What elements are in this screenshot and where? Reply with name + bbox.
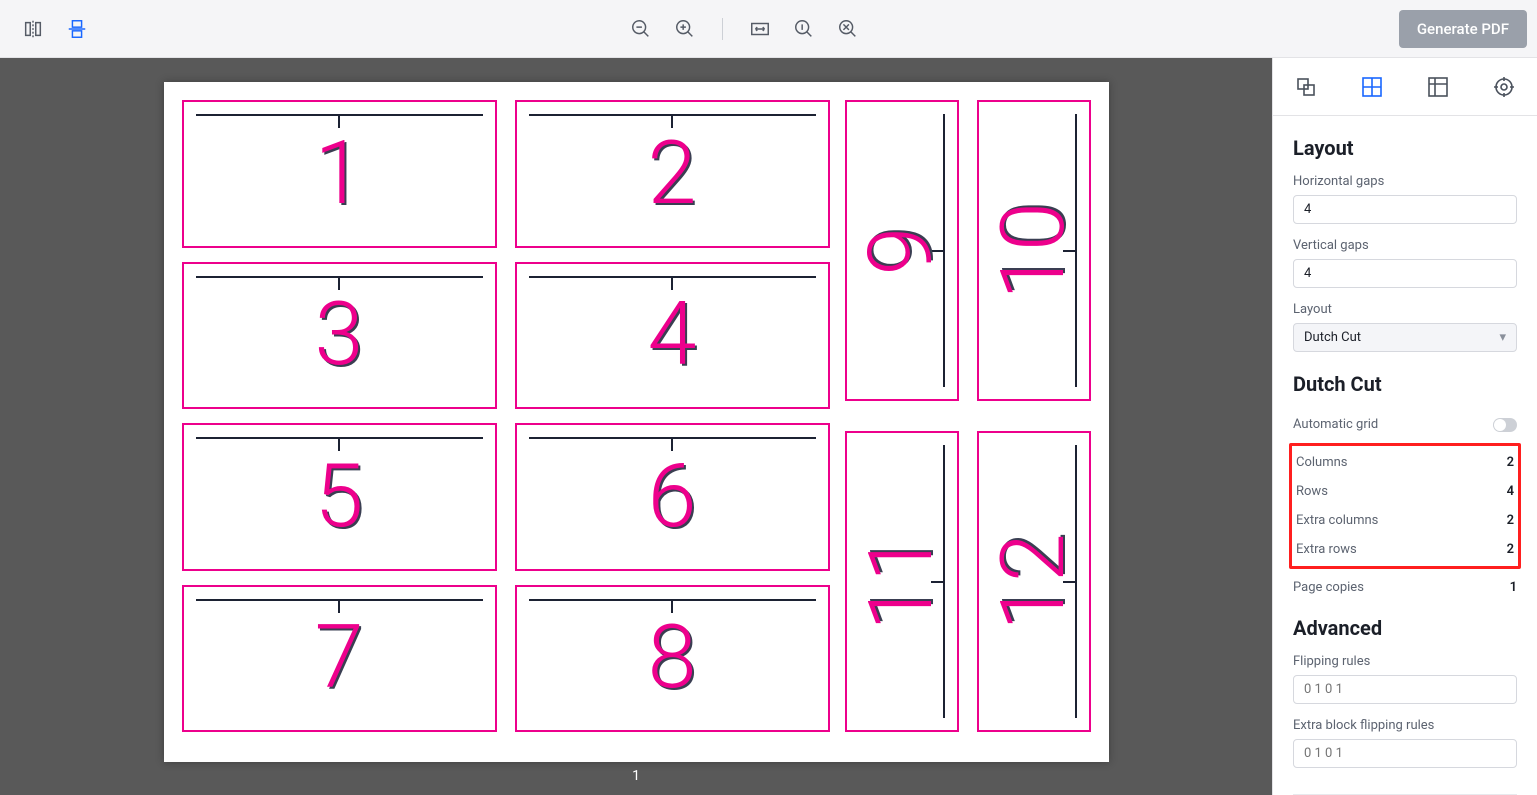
- extra-columns-row[interactable]: Extra columns2: [1296, 506, 1514, 535]
- page-number: 1: [632, 768, 640, 784]
- impose-cell: 11: [845, 431, 959, 732]
- layout-type-select[interactable]: Dutch Cut ▾: [1293, 323, 1517, 352]
- impose-cell: 7: [182, 585, 497, 733]
- layout-type-value: Dutch Cut: [1304, 330, 1361, 345]
- auto-grid-row: Automatic grid: [1293, 410, 1517, 439]
- auto-grid-label: Automatic grid: [1293, 417, 1378, 432]
- rows-row[interactable]: Rows4: [1296, 477, 1514, 506]
- highlighted-settings: Columns2 Rows4 Extra columns2 Extra rows…: [1289, 443, 1521, 569]
- auto-grid-toggle[interactable]: [1493, 418, 1517, 432]
- tab-layout-icon[interactable]: [1357, 72, 1387, 102]
- zoom-reset-icon[interactable]: [835, 16, 861, 42]
- horizontal-block: 1 2 3 4 5 6 7 8: [182, 100, 830, 732]
- tab-copies-icon[interactable]: [1291, 72, 1321, 102]
- generate-pdf-button[interactable]: Generate PDF: [1399, 10, 1527, 48]
- mirror-icon[interactable]: [20, 16, 46, 42]
- layout-type-label: Layout: [1293, 302, 1517, 317]
- columns-row[interactable]: Columns2: [1296, 448, 1514, 477]
- sheet: 1 2 3 4 5 6 7 8 9 10 11 12: [164, 82, 1109, 762]
- zoom-out-icon[interactable]: [628, 16, 654, 42]
- tab-grid-icon[interactable]: [1423, 72, 1453, 102]
- page-copies-row[interactable]: Page copies1: [1293, 573, 1517, 602]
- impose-cell: 1: [182, 100, 497, 248]
- section-dutch-title: Dutch Cut: [1293, 372, 1517, 396]
- impose-cell: 10: [977, 100, 1091, 401]
- impose-cell: 2: [515, 100, 830, 248]
- impose-cell: 3: [182, 262, 497, 410]
- flip-rules-label: Flipping rules: [1293, 654, 1517, 669]
- canvas-area: 1 2 3 4 5 6 7 8 9 10 11 12 1: [0, 58, 1272, 795]
- panel-body: Layout Horizontal gaps Vertical gaps Lay…: [1273, 116, 1537, 795]
- fit-width-icon[interactable]: [747, 16, 773, 42]
- right-panel: Layout Horizontal gaps Vertical gaps Lay…: [1272, 58, 1537, 795]
- impose-cell: 4: [515, 262, 830, 410]
- hgaps-label: Horizontal gaps: [1293, 174, 1517, 189]
- impose-cell: 8: [515, 585, 830, 733]
- chevron-down-icon: ▾: [1499, 330, 1506, 345]
- toolbar-divider: [722, 18, 723, 40]
- vgaps-input[interactable]: [1293, 259, 1517, 288]
- section-layout-title: Layout: [1293, 136, 1517, 160]
- tab-marks-icon[interactable]: [1489, 72, 1519, 102]
- extra-flip-rules-label: Extra block flipping rules: [1293, 718, 1517, 733]
- impose-cell: 9: [845, 100, 959, 401]
- actual-size-icon[interactable]: [791, 16, 817, 42]
- impose-cell: 12: [977, 431, 1091, 732]
- zoom-in-icon[interactable]: [672, 16, 698, 42]
- section-advanced-title: Advanced: [1293, 616, 1517, 640]
- vertical-block: 9 10 11 12: [845, 100, 1091, 732]
- flip-rules-input[interactable]: [1293, 675, 1517, 704]
- impose-cell: 6: [515, 423, 830, 571]
- align-icon[interactable]: [64, 16, 90, 42]
- vgaps-label: Vertical gaps: [1293, 238, 1517, 253]
- hgaps-input[interactable]: [1293, 195, 1517, 224]
- impose-cell: 5: [182, 423, 497, 571]
- main: 1 2 3 4 5 6 7 8 9 10 11 12 1: [0, 58, 1537, 795]
- extra-rows-row[interactable]: Extra rows2: [1296, 535, 1514, 564]
- topbar: Generate PDF: [0, 0, 1537, 58]
- extra-flip-rules-input[interactable]: [1293, 739, 1517, 768]
- panel-tabs: [1273, 58, 1537, 116]
